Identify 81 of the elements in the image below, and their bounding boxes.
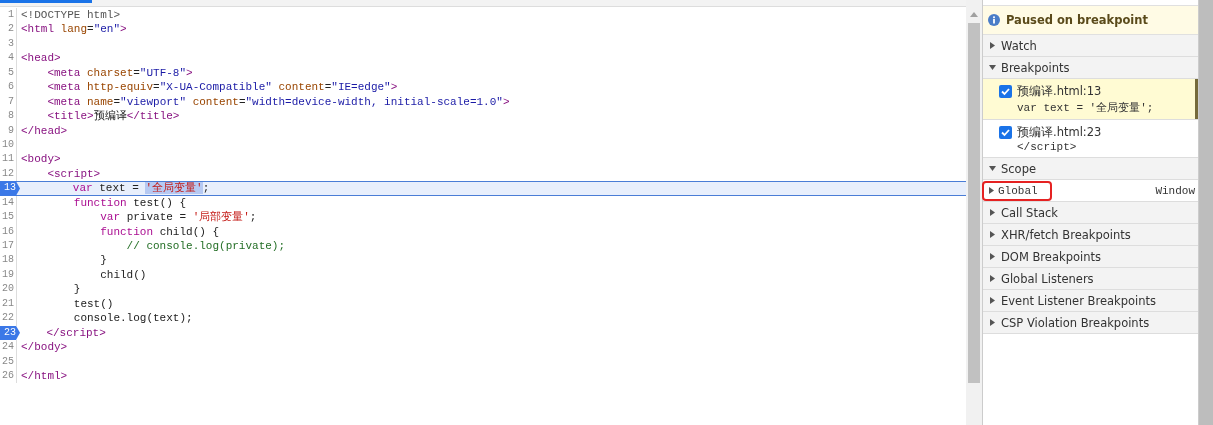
section-header[interactable]: Call Stack (983, 202, 1198, 224)
code-line: <meta http-equiv="X-UA-Compatible" content="IE=edge"> (46, 80, 398, 95)
triangle-right-icon (989, 297, 996, 304)
line-number[interactable]: 2 (0, 22, 17, 37)
line-number[interactable]: 1 (0, 8, 17, 23)
line-number[interactable]: 4 (0, 51, 17, 66)
line-number[interactable]: 22 (0, 311, 17, 326)
scope-value: Window (1155, 184, 1195, 197)
triangle-right-icon (989, 275, 996, 282)
section-header[interactable]: Global Listeners (983, 268, 1198, 290)
triangle-right-icon (989, 209, 996, 216)
section-header[interactable]: Watch (983, 35, 1198, 57)
line-number[interactable]: 9 (0, 123, 17, 138)
breakpoint-location: 预编译.html:23 (1017, 125, 1102, 140)
code-line: <head> (21, 51, 61, 66)
breakpoint-code: </script> (1017, 141, 1078, 153)
code-line: <title>预编译</title> (46, 109, 180, 124)
code-line: function child() { (99, 224, 220, 239)
section-header[interactable]: CSP Violation Breakpoints (983, 312, 1198, 334)
code-line: child() (99, 267, 147, 283)
line-number[interactable]: 13 (0, 181, 20, 196)
triangle-down-icon (989, 165, 996, 172)
scroll-up-icon[interactable] (970, 12, 978, 17)
code-line: <html lang="en"> (21, 22, 127, 37)
code-line: // console.log(private); (125, 239, 286, 254)
triangle-right-icon (989, 42, 996, 49)
line-number[interactable]: 12 (0, 166, 17, 182)
scrollbar[interactable] (966, 0, 982, 425)
code-line: var text = '全局变量'; (71, 181, 210, 196)
line-number[interactable]: 7 (0, 94, 17, 110)
triangle-down-icon (989, 64, 996, 71)
line-number[interactable]: 15 (0, 210, 17, 225)
section-header[interactable]: XHR/fetch Breakpoints (983, 224, 1198, 246)
line-number[interactable]: 16 (0, 224, 17, 239)
triangle-right-icon (989, 231, 996, 238)
section-header[interactable]: Event Listener Breakpoints (983, 290, 1198, 312)
code-line: } (99, 253, 107, 268)
line-number[interactable]: 24 (0, 340, 17, 355)
triangle-right-icon[interactable] (988, 187, 995, 194)
section-header[interactable]: DOM Breakpoints (983, 246, 1198, 268)
code-line: <!DOCTYPE html> (21, 8, 121, 23)
line-number[interactable]: 8 (0, 109, 17, 124)
code-line: </head> (21, 123, 68, 138)
line-number[interactable]: 5 (0, 65, 17, 81)
checkbox[interactable] (999, 85, 1012, 98)
code-line: <meta name="viewport" content="width=device-width, initial-scale=1.0"> (46, 94, 510, 110)
triangle-right-icon (989, 253, 996, 260)
line-number[interactable]: 18 (0, 253, 17, 268)
breakpoint-location: 预编译.html:13 (1017, 84, 1103, 99)
line-number[interactable]: 11 (0, 152, 17, 167)
section-header[interactable]: Breakpoints (983, 57, 1198, 79)
code-line: <script> (46, 166, 101, 182)
info-icon (988, 14, 1000, 26)
breakpoint-item[interactable]: 预编译.html:13 var text = '全局变量'; (983, 79, 1198, 120)
section-header[interactable]: Scope (983, 158, 1198, 180)
line-number[interactable]: 10 (0, 137, 17, 153)
code-line: <body> (21, 152, 61, 167)
triangle-right-icon (989, 319, 996, 326)
code-line: <meta charset="UTF-8"> (46, 65, 193, 81)
line-number[interactable]: 17 (0, 239, 17, 254)
code-line: console.log(text); (72, 311, 193, 326)
line-number[interactable]: 25 (0, 354, 17, 369)
code-line: var private = '局部变量'; (99, 210, 257, 225)
code-line: </body> (21, 340, 68, 355)
breakpoint-code: var text = '全局变量'; (1017, 101, 1154, 115)
code-line: function test() { (72, 195, 187, 211)
line-number[interactable]: 20 (0, 282, 17, 297)
line-number[interactable]: 21 (0, 296, 17, 312)
line-number[interactable]: 14 (0, 195, 17, 211)
code-line: test() (72, 296, 114, 312)
line-number[interactable]: 26 (0, 368, 17, 384)
code-line: </html> (21, 368, 68, 384)
checkbox[interactable] (999, 126, 1012, 139)
line-number[interactable]: 3 (0, 36, 17, 52)
status-text: Paused on breakpoint (1006, 13, 1148, 27)
line-number[interactable]: 23 (0, 325, 20, 341)
scope-name[interactable]: Global (998, 184, 1038, 197)
line-number[interactable]: 19 (0, 267, 17, 283)
code-line: </script> (45, 325, 106, 341)
code-line: } (72, 282, 81, 297)
line-number[interactable]: 6 (0, 80, 17, 95)
